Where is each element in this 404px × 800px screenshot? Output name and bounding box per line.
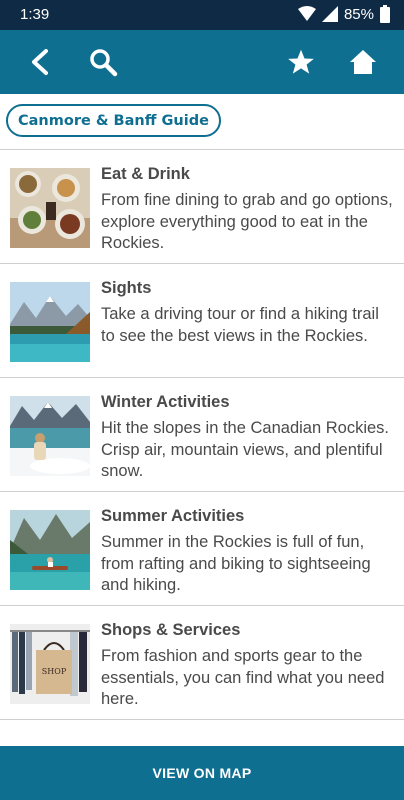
cell-signal-icon [321,6,338,22]
eat-drink-image [10,168,90,248]
battery-icon [380,5,390,23]
back-arrow-icon [32,49,48,75]
sights-image [10,282,90,362]
item-title: Sights [101,279,152,297]
list-item-shops-services[interactable]: SHOP Shops & Services From fashion and s… [0,606,404,720]
search-button[interactable] [87,46,119,78]
favorite-button[interactable] [285,46,317,78]
category-list: Eat & Drink From fine dining to grab and… [0,150,404,720]
guide-chip[interactable]: Canmore & Banff Guide [6,104,221,137]
item-title: Summer Activities [101,507,245,525]
search-icon [90,49,118,77]
winter-activities-image [10,396,90,476]
item-description: From fashion and sports gear to the esse… [101,647,385,708]
status-bar: 1:39 85% [0,0,404,30]
summer-activities-image [10,510,90,590]
view-on-map-button[interactable]: VIEW ON MAP [0,746,404,800]
item-description: Take a driving tour or find a hiking tra… [101,305,379,345]
star-icon [288,49,314,74]
item-description: From fine dining to grab and go options,… [101,191,393,252]
item-description: Hit the slopes in the Canadian Rockies. … [101,419,389,480]
back-button[interactable] [24,46,56,78]
app-bar [0,30,404,94]
list-item-winter-activities[interactable]: Winter Activities Hit the slopes in the … [0,378,404,492]
item-title: Winter Activities [101,393,230,411]
list-item-sights[interactable]: Sights Take a driving tour or find a hik… [0,264,404,378]
status-time: 1:39 [20,6,50,23]
status-indicators: 85% [297,5,390,23]
item-description: Summer in the Rockies is full of fun, fr… [101,533,371,594]
list-item-summer-activities[interactable]: Summer Activities Summer in the Rockies … [0,492,404,606]
item-title: Shops & Services [101,621,241,639]
list-item-eat-drink[interactable]: Eat & Drink From fine dining to grab and… [0,150,404,264]
wifi-icon [297,6,316,21]
home-button[interactable] [347,46,379,78]
svg-text:SHOP: SHOP [42,667,67,676]
battery-percent: 85% [343,5,374,23]
shops-services-image: SHOP [10,624,90,704]
guide-chip-row: Canmore & Banff Guide [0,94,404,150]
item-title: Eat & Drink [101,165,190,183]
home-icon [350,50,376,74]
